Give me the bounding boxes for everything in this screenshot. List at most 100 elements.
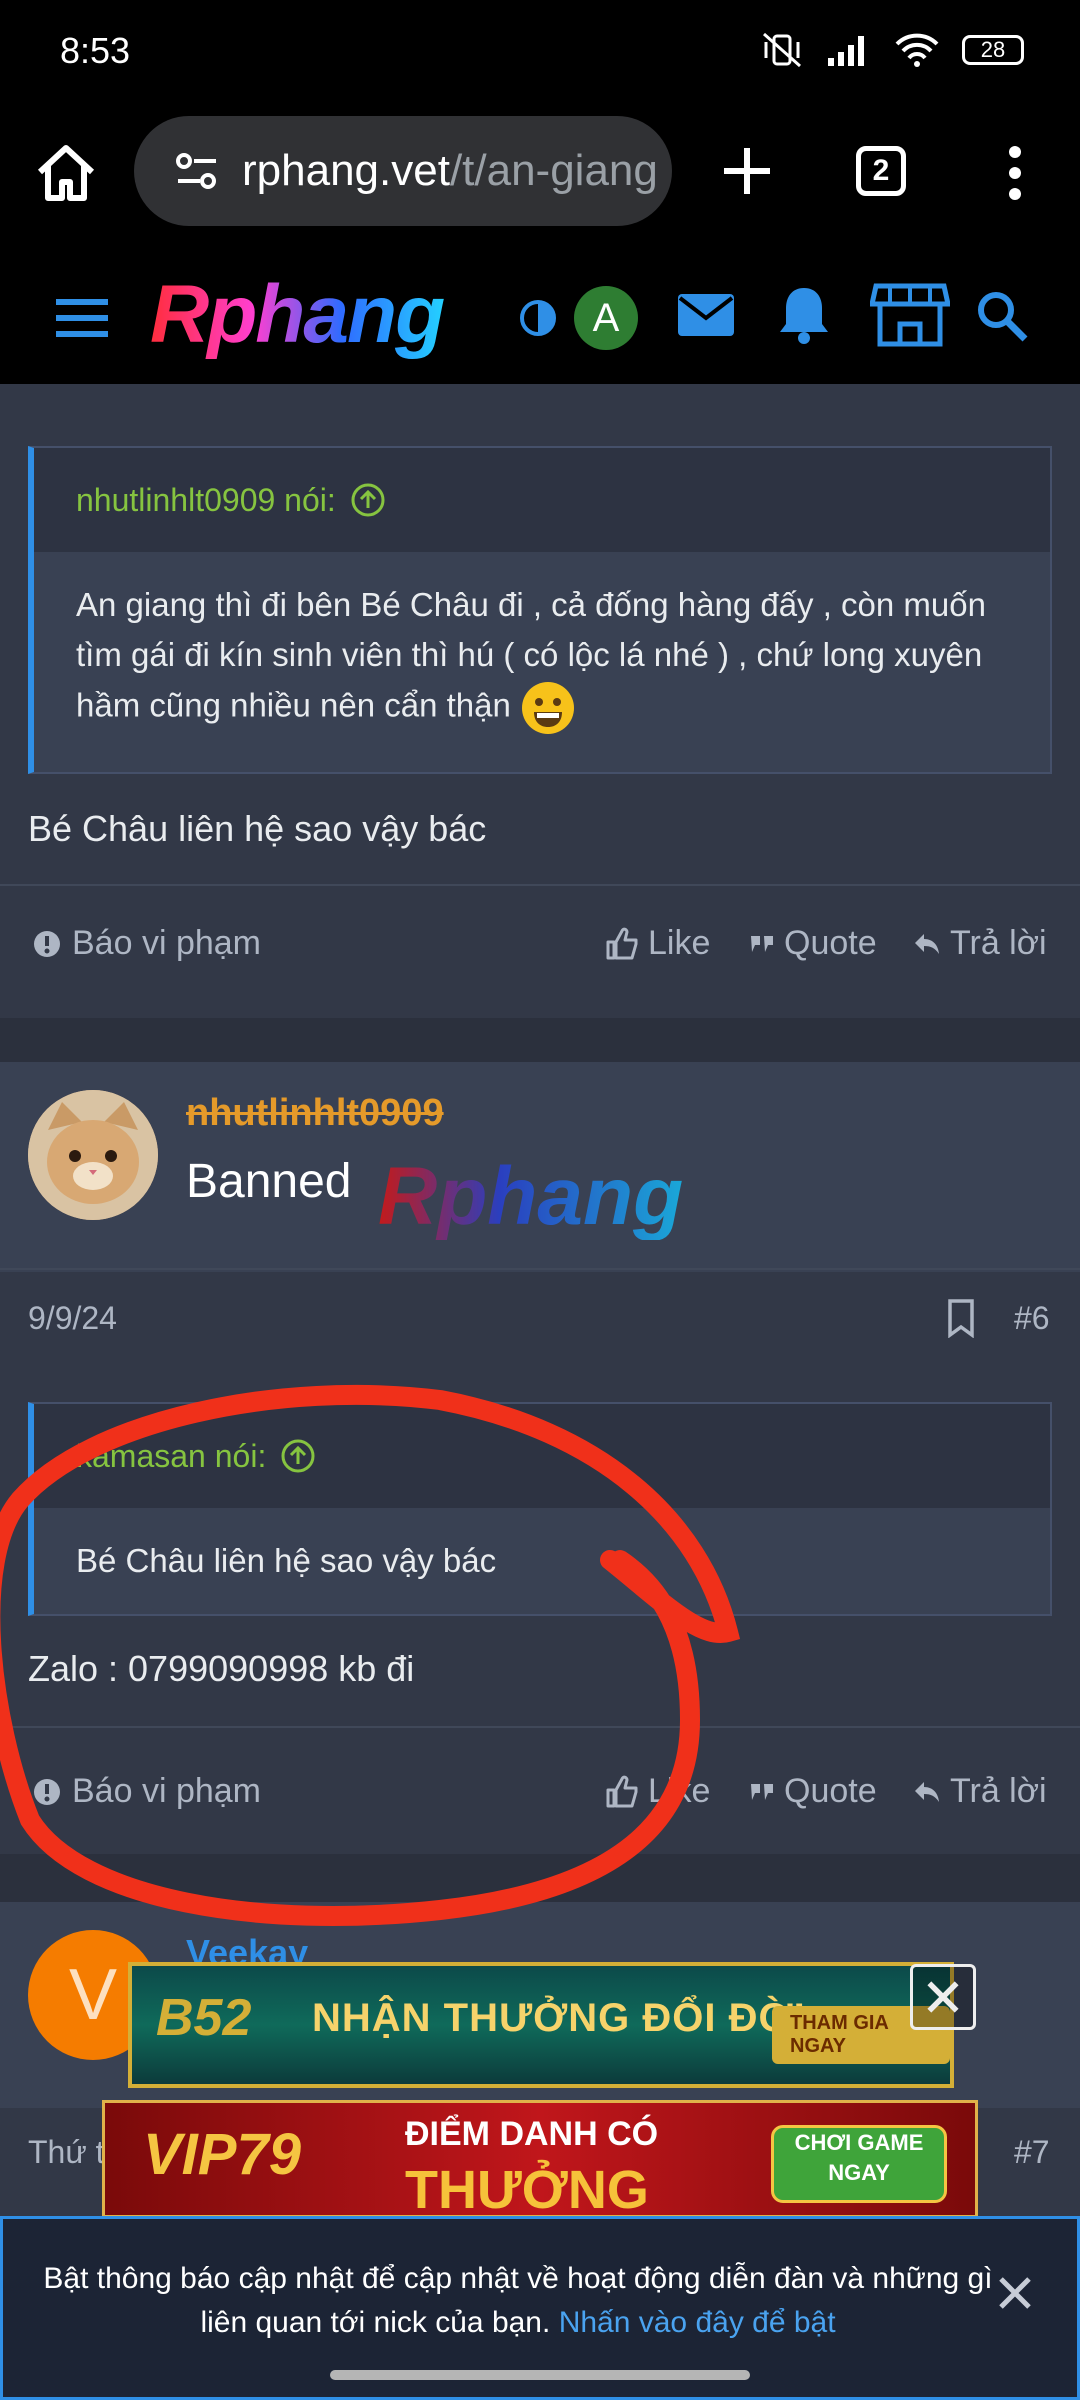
quote-label: Quote [784,924,877,962]
user-badge-logo: Rphang [378,1154,683,1240]
store-icon[interactable] [870,280,950,350]
quote-button[interactable]: Quote [748,1772,877,1811]
post-card: nhutlinhlt0909 Banned Rphang 9/9/24 #6 k… [0,1062,1080,1854]
jump-to-quote-icon[interactable] [280,1438,316,1474]
logo-text: Rphang [150,272,444,360]
quote-marks-icon [751,1783,773,1800]
site-navbar: Rphang A [0,254,1080,384]
close-icon[interactable] [995,2273,1035,2313]
thumbs-up-icon [606,927,638,959]
site-settings-icon[interactable] [174,151,220,191]
like-button[interactable]: Like [604,924,710,963]
ad-message: ĐIỂM DANH CÓ [405,2115,659,2153]
quote-header[interactable]: nhutlinhlt0909 nói: [34,448,1050,552]
report-button[interactable]: Báo vi phạm [32,924,261,963]
ad-banner-b52[interactable]: B52 NHẬN THƯỞNG ĐỔI ĐỜI THAM GIA NGAY [128,1962,954,2088]
post-body-text: Zalo : 0799090998 kb đi [28,1648,415,1689]
post-divider [0,1726,1080,1728]
quote-block: nhutlinhlt0909 nói: An giang thì đi bên … [28,446,1052,774]
avatar-initial: V [68,1955,118,2035]
user-title-banned: Banned [186,1155,352,1208]
post-divider [0,884,1080,886]
quote-author[interactable]: nhutlinhlt0909 nói: [76,482,336,519]
battery-icon: 28 [962,35,1024,65]
url-domain: rphang.vet [242,146,450,195]
ad-message-large: THƯỞNG [405,2160,649,2218]
url-bar[interactable]: rphang.vet/t/an-giang [134,116,672,226]
theme-toggle-icon[interactable] [518,298,558,338]
reply-button[interactable]: Trả lời [912,924,1047,963]
warning-icon [34,1778,60,1805]
status-bar: 8:53 28 [0,0,1080,108]
like-label: Like [648,924,711,962]
enable-notifications-link[interactable]: Nhấn vào đây để bật [559,2306,836,2339]
gesture-nav-bar[interactable] [330,2370,750,2380]
post-actions: Báo vi phạm Like Quote Trả lời [0,924,1080,984]
post-meta: 9/9/24 #6 [0,1292,1080,1382]
reply-arrow-icon [915,1781,939,1802]
notification-text: Bật thông báo cập nhật để cập nhật về ho… [43,2257,993,2345]
browser-toolbar: rphang.vet/t/an-giang 2 [0,108,1080,254]
ad-close-icon[interactable] [910,1964,976,2030]
signal-icon [828,36,864,66]
post-date[interactable]: Thứ t [28,2134,105,2171]
quote-block: kamasan nói: Bé Châu liên hệ sao vậy bác [28,1402,1052,1616]
badge-logo-text: Rphang [378,1154,683,1240]
quote-button[interactable]: Quote [748,924,877,963]
ad-brand: VIP79 [143,2122,301,2187]
hamburger-menu-icon[interactable] [52,294,112,342]
reply-button[interactable]: Trả lời [912,1772,1047,1811]
ad-brand: B52 [156,1989,252,2047]
ad-banner-vip79[interactable]: VIP79 ĐIỂM DANH CÓ THƯỞNG CHƠI GAME NGAY [102,2100,978,2218]
quote-author[interactable]: kamasan nói: [76,1438,266,1475]
post-actions: Báo vi phạm Like Quote Trả lời [0,1772,1080,1832]
wifi-icon [895,33,939,67]
notification-message: Bật thông báo cập nhật để cập nhật về ho… [43,2262,993,2339]
warning-icon [34,930,60,957]
post-username[interactable]: nhutlinhlt0909 [186,1092,444,1135]
site-logo[interactable]: Rphang [150,269,480,381]
reply-arrow-icon [915,933,939,954]
grinning-emoji-icon [522,682,575,734]
ad-cta[interactable]: CHƠI GAME NGAY [771,2125,947,2203]
jump-to-quote-icon[interactable] [350,482,386,518]
thumbs-up-icon [606,1775,638,1807]
quote-body: An giang thì đi bên Bé Châu đi , cả đống… [34,552,1050,764]
user-initial: A [592,295,620,340]
mute-vibrate-icon [763,32,801,68]
bookmark-icon[interactable] [946,1298,976,1338]
more-menu-icon[interactable] [1000,138,1030,208]
ad-message: NHẬN THƯỞNG ĐỔI ĐỜI [312,1996,806,2040]
cat-avatar[interactable] [28,1090,158,1220]
report-label: Báo vi phạm [72,924,261,962]
mail-icon[interactable] [676,290,736,340]
quote-text: Bé Châu liên hệ sao vậy bác [76,1542,497,1579]
post-card: nhutlinhlt0909 nói: An giang thì đi bên … [0,384,1080,1018]
like-button[interactable]: Like [604,1772,710,1811]
reply-label: Trả lời [950,1772,1047,1810]
url-path: /t/an-giang [449,146,658,195]
quote-marks-icon [751,935,773,952]
post-user-header: nhutlinhlt0909 Banned Rphang [0,1062,1080,1272]
status-icons: 28 [760,30,1024,70]
post-divider [0,1268,1080,1270]
home-icon[interactable] [30,138,102,210]
report-button[interactable]: Báo vi phạm [32,1772,261,1811]
status-time: 8:53 [60,30,131,71]
notification-bell-icon[interactable] [776,284,832,346]
reply-label: Trả lời [950,924,1047,962]
tab-count: 2 [872,154,890,187]
post-number[interactable]: #6 [1014,1300,1050,1337]
post-number[interactable]: #7 [1014,2134,1050,2171]
quote-header[interactable]: kamasan nói: [34,1404,1050,1508]
post-body-text: Bé Châu liên hệ sao vậy bác [28,808,487,849]
post-date[interactable]: 9/9/24 [28,1300,117,1337]
quote-body: Bé Châu liên hệ sao vậy bác [34,1508,1050,1614]
user-avatar[interactable]: A [574,286,638,350]
quote-label: Quote [784,1772,877,1810]
battery-level: 28 [980,37,1006,62]
new-tab-icon[interactable] [712,136,782,206]
tab-switcher-button[interactable]: 2 [856,146,906,196]
search-icon[interactable] [974,288,1030,344]
like-label: Like [648,1772,711,1810]
